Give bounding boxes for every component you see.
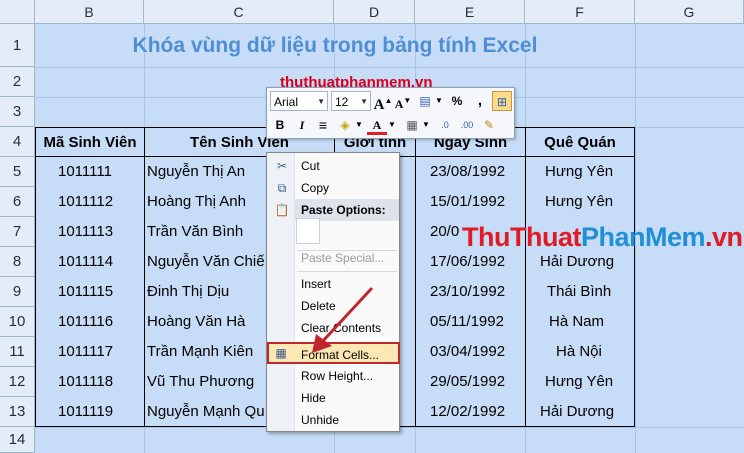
menu-item-unhide[interactable]: Unhide [268,409,399,431]
column-header-b[interactable]: B [35,0,144,24]
watermark-logo: ThuThuatPhanMem.vn [462,222,743,252]
chevron-down-icon[interactable]: ▼ [422,115,430,135]
cell-id[interactable]: 1011115 [58,277,113,307]
chevron-down-icon[interactable]: ▼ [355,115,363,135]
chevron-down-icon[interactable]: ▼ [388,115,396,135]
row-header-9[interactable]: 9 [0,277,35,307]
cell-id[interactable]: 1011112 [58,187,113,217]
cell-home[interactable]: Hưng Yên [545,157,613,187]
row-header-11[interactable]: 11 [0,337,35,367]
cell-name[interactable]: Vũ Thu Phương [147,367,265,397]
format-cells-icon: ▦ [275,346,287,360]
cell-date[interactable]: 29/05/1992 [430,367,505,397]
cell-id[interactable]: 1011113 [58,217,113,247]
italic-button[interactable]: I [292,115,312,135]
sheet-title: Khóa vùng dữ liệu trong bảng tính Excel [132,34,538,57]
menu-item-insert[interactable]: Insert [268,273,399,295]
paste-icon: 📋 [274,203,290,217]
bold-button[interactable]: B [270,115,290,135]
row-header-8[interactable]: 8 [0,247,35,277]
menu-item-delete[interactable]: Delete [268,295,399,317]
row-header-3[interactable]: 3 [0,97,35,127]
menu-item-cut[interactable]: ✂ Cut [268,155,399,177]
cell-name[interactable]: Hoàng Văn Hà [147,307,265,337]
select-all-corner[interactable] [0,0,35,24]
cell-id[interactable]: 1011118 [58,367,113,397]
cell-date[interactable]: 23/10/1992 [430,277,505,307]
row-header-13[interactable]: 13 [0,397,35,427]
scissors-icon: ✂ [276,159,288,173]
cell-date[interactable]: 03/04/1992 [430,337,505,367]
grow-font-button[interactable]: A▲ [373,91,393,113]
font-color-button[interactable]: A [367,115,387,135]
menu-item-format-cells[interactable]: ▦ Format Cells... [267,342,400,364]
cell-id[interactable]: 1011114 [58,247,113,277]
font-size-combo[interactable]: 12 ▼ [331,91,371,111]
cell-name[interactable]: Hoàng Thị Anh [147,187,265,217]
column-header-d[interactable]: D [334,0,415,24]
paste-option-button[interactable] [296,218,320,244]
menu-item-copy[interactable]: ⧉ Copy [268,177,399,199]
cell-name[interactable]: Nguyễn Mạnh Qu [147,397,265,427]
context-menu: ✂ Cut ⧉ Copy Paste Options: 📋 Paste Spec… [266,152,400,432]
cell-date[interactable]: 15/01/1992 [430,187,505,217]
decrease-decimal-icon[interactable]: .00 [457,115,477,135]
row-header-12[interactable]: 12 [0,367,35,397]
cell-home[interactable]: Hưng Yên [545,187,613,217]
fill-color-icon[interactable]: ◈ [335,115,355,135]
cell-home[interactable]: Thái Bình [547,277,611,307]
font-name-combo[interactable]: Arial ▼ [270,91,328,111]
cell-name[interactable]: Đinh Thị Dịu [147,277,265,307]
center-align-icon[interactable]: ≡ [313,115,333,135]
copy-icon: ⧉ [277,181,287,195]
borders-icon[interactable]: ▦ [402,115,422,135]
cell-date[interactable]: 23/08/1992 [430,157,505,187]
menu-item-row-height[interactable]: Row Height... [268,365,399,387]
chevron-down-icon: ▼ [360,97,368,106]
cell-date[interactable]: 12/02/1992 [430,397,505,427]
menu-item-paste-special[interactable]: Paste Special... [268,247,399,269]
cell-id[interactable]: 1011119 [58,397,113,427]
column-header-g[interactable]: G [635,0,744,24]
header-student-id: Mã Sinh Viên [35,127,144,157]
row-header-14[interactable]: 14 [0,427,35,453]
row-header-4[interactable]: 4 [0,127,35,157]
menu-item-clear-contents[interactable]: Clear Contents [268,317,399,339]
increase-decimal-icon[interactable]: .0 [435,115,455,135]
row-header-2[interactable]: 2 [0,67,35,97]
menu-item-hide[interactable]: Hide [268,387,399,409]
column-header-f[interactable]: F [525,0,635,24]
column-header-c[interactable]: C [144,0,334,24]
mini-toolbar: Arial ▼ 12 ▼ A▲ A▼ ▤ ▼ % , ⊞ B I ≡ ◈ ▼ A ▼… [266,87,515,139]
percent-style-button[interactable]: % [447,91,467,111]
row-header-1[interactable]: 1 [0,24,35,67]
row-header-6[interactable]: 6 [0,187,35,217]
row-header-7[interactable]: 7 [0,217,35,247]
row-header-5[interactable]: 5 [0,157,35,187]
cell-name[interactable]: Nguyễn Văn Chiế [147,247,265,277]
row-header-10[interactable]: 10 [0,307,35,337]
cell-id[interactable]: 1011111 [58,157,112,187]
cell-name[interactable]: Nguyễn Thị An [147,157,265,187]
format-painter-icon[interactable]: ✎ [479,115,499,135]
chevron-down-icon[interactable]: ▼ [435,91,443,111]
header-hometown: Quê Quán [525,127,635,157]
column-header-e[interactable]: E [415,0,525,24]
cell-home[interactable]: Hà Nam [549,307,604,337]
cell-id[interactable]: 1011117 [58,337,113,367]
cell-date[interactable]: 05/11/1992 [430,307,504,337]
cell-date[interactable]: 20/0 [430,217,459,247]
merge-cells-icon[interactable]: ⊞ [492,91,512,111]
comma-style-button[interactable]: , [470,91,490,111]
cell-name[interactable]: Trần Mạnh Kiên [147,337,265,367]
chevron-down-icon: ▼ [317,97,325,106]
cell-home[interactable]: Hải Dương [540,397,614,427]
shrink-font-button[interactable]: A▼ [393,91,413,111]
cell-name[interactable]: Trần Văn Bình [147,217,265,247]
cell-style-icon[interactable]: ▤ [415,91,435,111]
cell-home[interactable]: Hưng Yên [545,367,613,397]
cell-home[interactable]: Hà Nội [556,337,602,367]
cell-id[interactable]: 1011116 [58,307,113,337]
